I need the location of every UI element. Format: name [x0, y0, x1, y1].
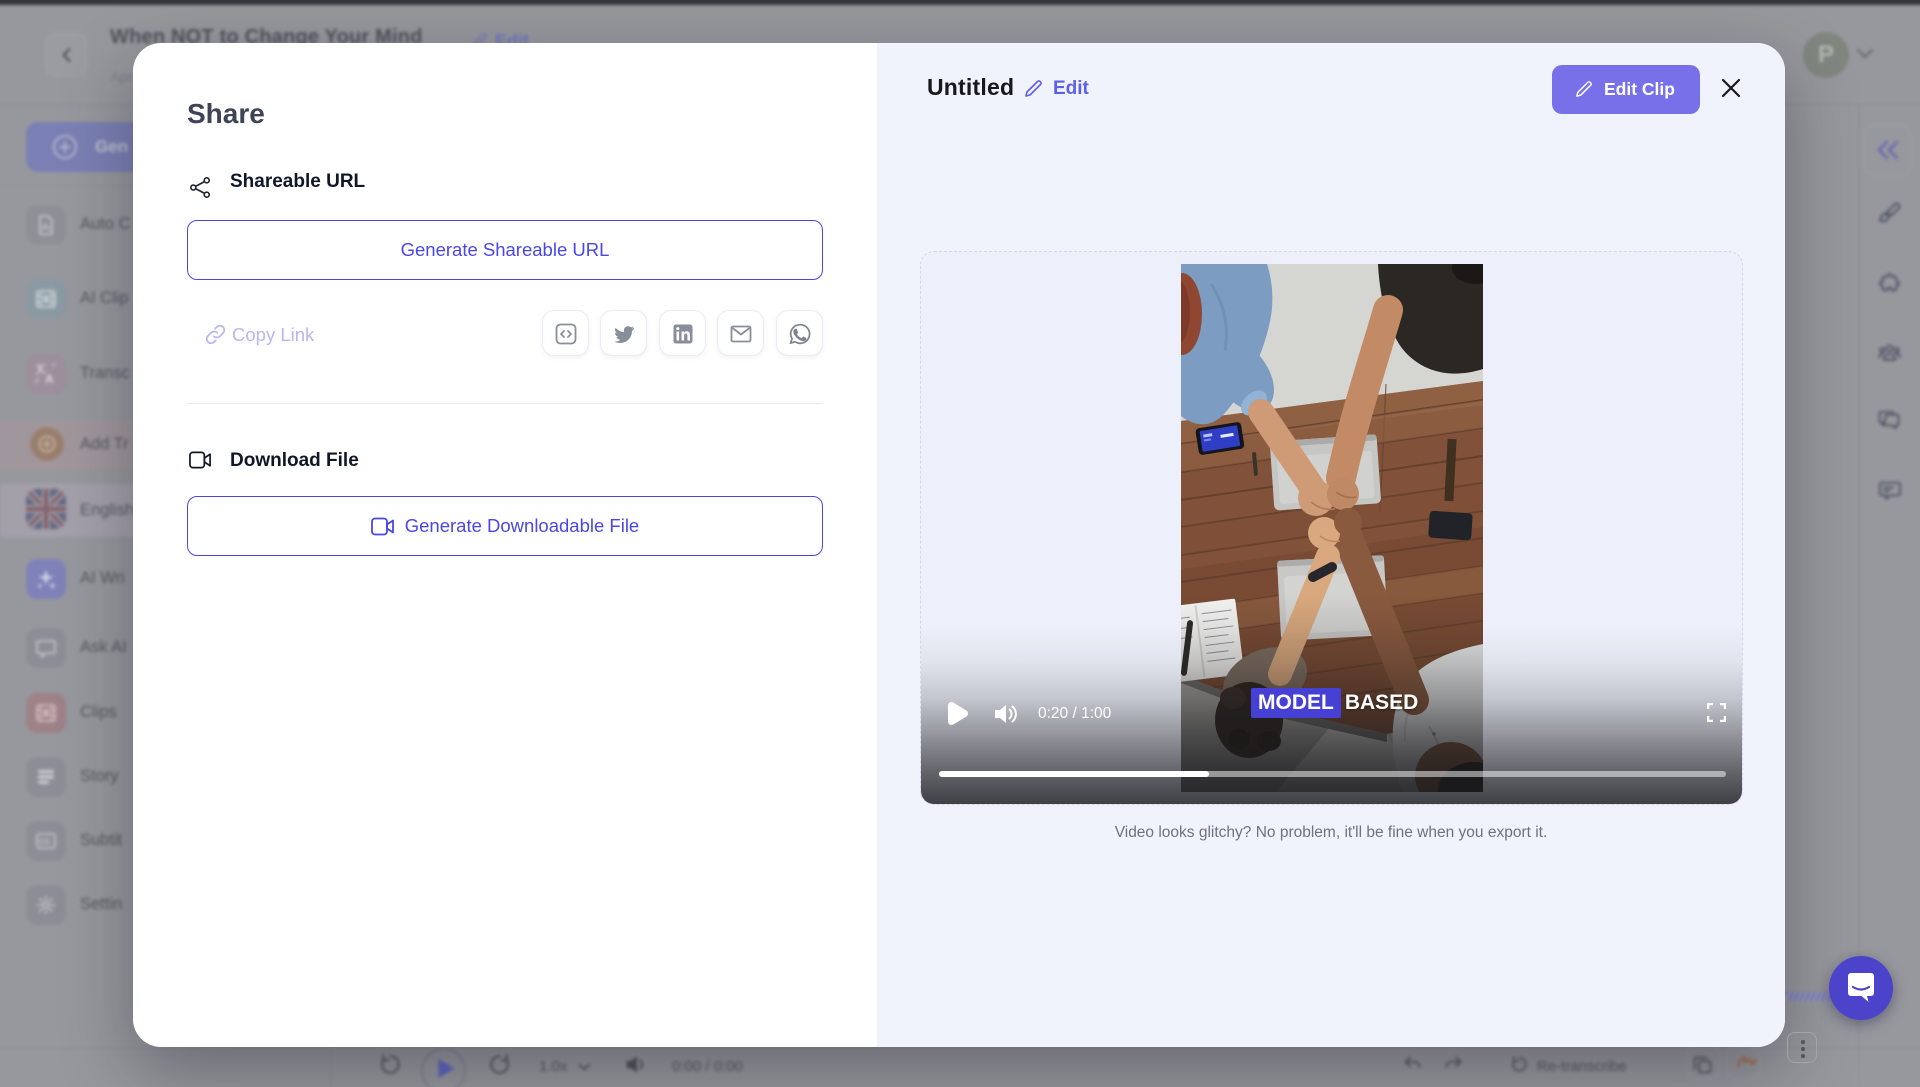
svg-text:A: A: [45, 372, 54, 386]
svg-text:CC: CC: [40, 838, 52, 847]
